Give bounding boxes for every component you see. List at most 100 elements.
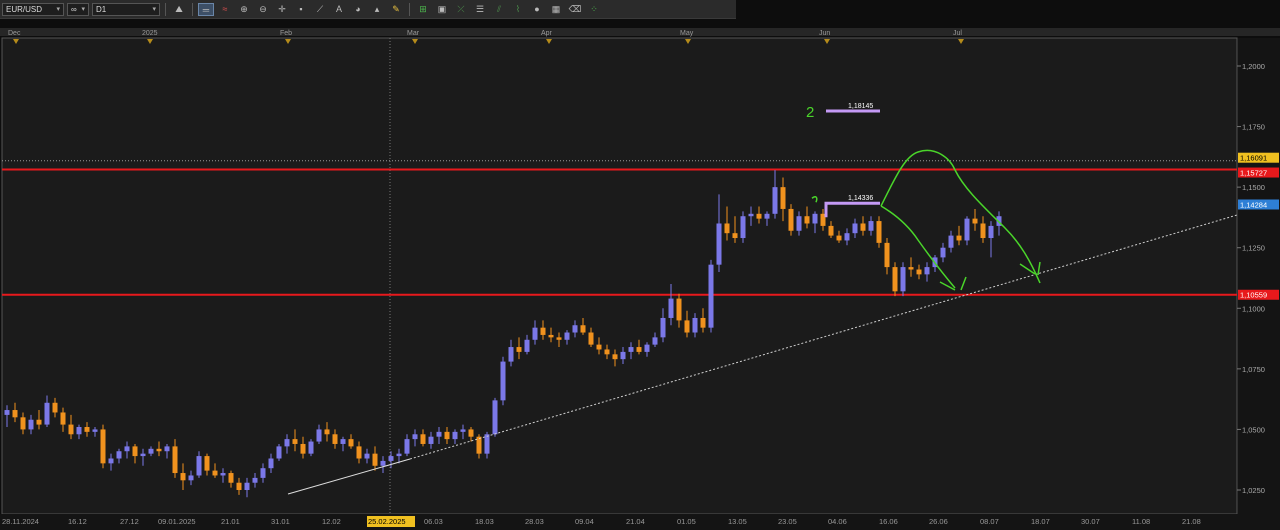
target-marker-2: 2 [806, 104, 814, 121]
layers-icon[interactable]: ☰ [472, 3, 488, 16]
candle-body [788, 208, 794, 231]
candle-body [380, 460, 386, 466]
date-tick-label: 04.06 [828, 517, 847, 526]
candle-body [972, 218, 978, 224]
crosshair-icon[interactable]: ✛ [274, 3, 290, 16]
candle-body [500, 361, 506, 401]
price-label: 1,16091 [1240, 154, 1267, 163]
candle-body [20, 417, 26, 430]
candle-body [852, 223, 858, 234]
brush-icon[interactable]: ⤫ [453, 3, 469, 16]
zoom-in-icon[interactable]: ⊕ [236, 3, 252, 16]
text-icon[interactable]: A [331, 3, 347, 16]
timeframe-select[interactable]: D1 ▾ [92, 2, 160, 16]
candle-body [388, 456, 394, 461]
candle-body [44, 402, 50, 425]
objects-icon[interactable]: ▣ [434, 3, 450, 16]
link-select[interactable]: ∞ ▾ [67, 2, 89, 16]
candle-body [948, 235, 954, 248]
candle-body [4, 410, 10, 415]
candle-body [476, 436, 482, 454]
candle-body [172, 446, 178, 474]
candle-body [660, 317, 666, 338]
chart-toolbar: EUR/USD ▾ ∞ ▾ D1 ▾ ⛰ ═ ≈ ⊕ ⊖ ✛ ▪ ⟋ A ◕ ▴ ✎ … [0, 0, 736, 19]
date-tick-label: 09.01.2025 [158, 517, 196, 526]
candle-body [956, 235, 962, 241]
candle-body [468, 429, 474, 437]
shape-icon[interactable]: ▴ [369, 3, 385, 16]
plot-area [1, 37, 1238, 515]
candle-body [780, 187, 786, 209]
candle-body [884, 242, 890, 268]
candle-body [964, 218, 970, 241]
date-tick-label: 18.07 [1031, 517, 1050, 526]
chevron-down-icon: ▾ [56, 5, 60, 13]
candle-body [868, 221, 874, 231]
candle-body [404, 439, 410, 454]
month-strip [0, 28, 1280, 36]
symbol-value: EUR/USD [6, 4, 43, 14]
date-tick-label: 11.08 [1132, 517, 1150, 526]
price-chart[interactable]: Dec 2025 Feb Mar Apr May Jun Jul 1,18145 2 1,14336… [0, 28, 1280, 530]
month-label: May [680, 30, 694, 37]
candle-body [548, 334, 554, 338]
price-label: 1,15727 [1240, 169, 1267, 178]
candle-body [348, 439, 354, 447]
candle-body [268, 458, 274, 469]
candle-body [84, 427, 90, 432]
candle-body [532, 327, 538, 340]
date-tick-label: 21.08 [1182, 517, 1201, 526]
fibonacci-icon[interactable]: ⫽ [491, 3, 507, 16]
candle-body [492, 400, 498, 435]
candle-body [92, 429, 98, 432]
candle-body [652, 337, 658, 345]
circle-icon[interactable]: ● [529, 3, 545, 16]
candle-body [508, 347, 514, 362]
candle-body [588, 332, 594, 345]
candle-body [892, 267, 898, 292]
candle-body [300, 443, 306, 454]
candle-body [36, 419, 42, 425]
pen-icon[interactable]: ✎ [388, 3, 404, 16]
date-tick-label: 09.04 [575, 517, 594, 526]
candle-body [724, 223, 730, 234]
more-icon[interactable]: ⁘ [586, 3, 602, 16]
candle-body [356, 446, 362, 459]
candle-body [796, 216, 802, 231]
symbol-select[interactable]: EUR/USD ▾ [2, 2, 64, 16]
candle-body [156, 448, 162, 452]
date-tick-label: 16.06 [879, 517, 898, 526]
candle-body [180, 473, 186, 481]
indicator-icon[interactable]: ≈ [217, 3, 233, 16]
candle-body [628, 347, 634, 352]
candle-body [636, 347, 642, 352]
candle-body [524, 339, 530, 352]
candle-body [596, 344, 602, 350]
candle-body [220, 473, 226, 476]
tools-icon[interactable]: ⊞ [415, 3, 431, 16]
eraser-icon[interactable]: ⌫ [567, 3, 583, 16]
globe-icon[interactable]: ◕ [350, 3, 366, 16]
candle-body [340, 439, 346, 444]
trendline-icon[interactable]: ⟋ [312, 3, 328, 16]
month-label: Apr [541, 30, 553, 37]
date-tick-label: 28.11.2024 [2, 517, 39, 526]
date-tick-label: 23.05 [778, 517, 797, 526]
horizontal-line-icon[interactable]: ═ [198, 2, 214, 16]
zoom-out-icon[interactable]: ⊖ [255, 3, 271, 16]
candle-body [940, 247, 946, 258]
date-tick-label: 16.12 [68, 517, 87, 526]
month-label: Dec [8, 30, 21, 37]
pattern-icon[interactable]: ⌇ [510, 3, 526, 16]
candle-body [836, 235, 842, 241]
candle-body [428, 436, 434, 444]
point-icon[interactable]: ▪ [293, 3, 309, 16]
month-label: Feb [280, 30, 292, 37]
candle-body [692, 317, 698, 333]
grid-icon[interactable]: ▦ [548, 3, 564, 16]
month-label: Jun [819, 30, 830, 37]
candle-body [988, 225, 994, 239]
candle-body [924, 267, 930, 275]
chevron-down-icon: ▾ [81, 5, 85, 13]
chart-type-icon[interactable]: ⛰ [171, 3, 187, 16]
